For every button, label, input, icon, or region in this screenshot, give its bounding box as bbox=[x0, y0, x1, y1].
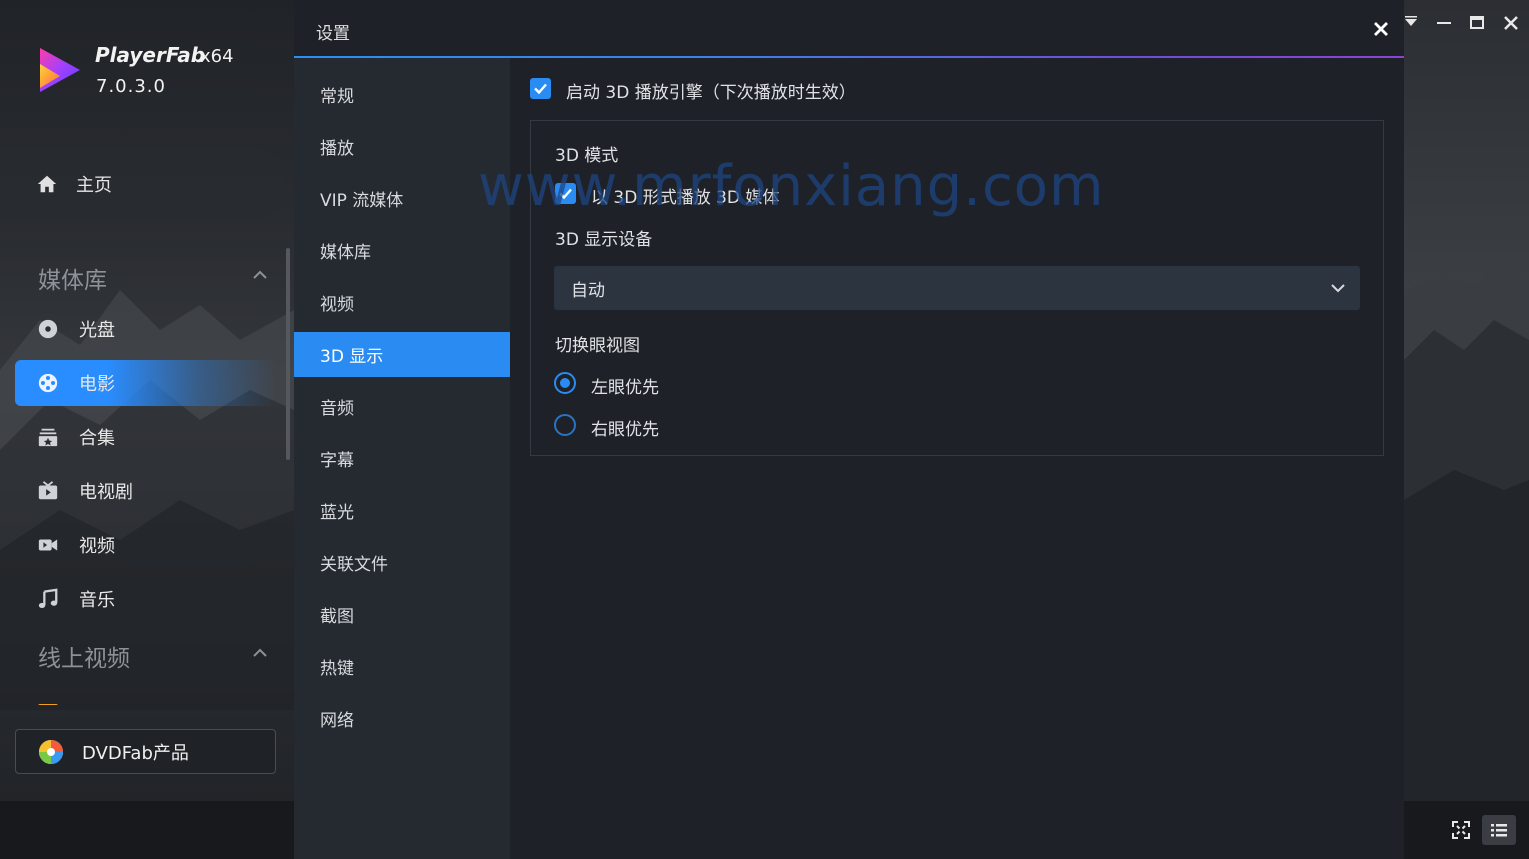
window-close-icon[interactable] bbox=[1500, 12, 1522, 34]
settings-nav-file-association[interactable]: 关联文件 bbox=[294, 540, 510, 585]
app-window: PlayerFab x64 7.0.3.0 主页 媒体库 光盘 电影 合集 电视… bbox=[0, 0, 1529, 859]
settings-nav-playback[interactable]: 播放 bbox=[294, 124, 510, 169]
right-eye-radio[interactable] bbox=[554, 414, 576, 436]
sidebar-item-label: 电影 bbox=[79, 374, 115, 395]
settings-nav: 常规 播放 VIP 流媒体 媒体库 视频 3D 显示 音频 字幕 蓝光 关联文件… bbox=[294, 58, 510, 859]
dvdfab-logo-icon bbox=[39, 739, 63, 764]
sidebar-item-label: 视频 bbox=[79, 536, 115, 557]
sidebar-item-videos[interactable]: 视频 bbox=[15, 522, 277, 568]
settings-content: 启动 3D 播放引擎（下次播放时生效） 3D 模式 以 3D 形式播放 3D 媒… bbox=[510, 58, 1404, 859]
chevron-up-icon[interactable] bbox=[252, 645, 268, 661]
fullscreen-icon bbox=[1452, 821, 1470, 839]
right-background bbox=[1404, 0, 1529, 801]
settings-nav-subtitles[interactable]: 字幕 bbox=[294, 436, 510, 481]
music-note-icon bbox=[38, 588, 58, 608]
3d-device-title: 3D 显示设备 bbox=[555, 230, 653, 250]
chevron-down-icon bbox=[1331, 284, 1345, 293]
play-3d-media-checkbox[interactable] bbox=[555, 183, 576, 204]
dvdfab-products-button[interactable]: DVDFab产品 bbox=[15, 729, 276, 774]
3d-settings-group: 3D 模式 以 3D 形式播放 3D 媒体 3D 显示设备 自动 切换眼视图 左… bbox=[530, 120, 1384, 456]
left-eye-label: 左眼优先 bbox=[591, 378, 659, 398]
eye-view-title: 切换眼视图 bbox=[555, 336, 640, 356]
brand-name: PlayerFab bbox=[95, 43, 206, 67]
sidebar-item-label: 音乐 bbox=[79, 590, 115, 611]
sidebar: PlayerFab x64 7.0.3.0 主页 媒体库 光盘 电影 合集 电视… bbox=[0, 0, 294, 859]
sidebar-scrollbar[interactable] bbox=[286, 248, 290, 460]
maximize-icon[interactable] bbox=[1466, 12, 1488, 34]
chevron-up-icon[interactable] bbox=[252, 267, 268, 283]
checkmark-icon bbox=[559, 188, 572, 200]
dialog-header: 设置 bbox=[294, 0, 1404, 57]
video-camera-icon bbox=[38, 539, 58, 551]
collection-icon bbox=[38, 428, 58, 447]
minimize-icon[interactable] bbox=[1433, 12, 1455, 34]
dvdfab-products-label: DVDFab产品 bbox=[82, 742, 189, 764]
playerfab-logo-icon bbox=[40, 48, 80, 92]
sidebar-item-collections[interactable]: 合集 bbox=[15, 414, 277, 460]
enable-3d-label: 启动 3D 播放引擎（下次播放时生效） bbox=[566, 83, 856, 103]
checkmark-icon bbox=[534, 83, 547, 95]
playlist-button[interactable] bbox=[1482, 815, 1516, 845]
left-eye-radio[interactable] bbox=[554, 372, 576, 394]
sidebar-item-label: 光盘 bbox=[79, 320, 115, 341]
3d-device-value: 自动 bbox=[571, 280, 605, 301]
app-version: 7.0.3.0 bbox=[96, 76, 166, 97]
settings-nav-vip-streaming[interactable]: VIP 流媒体 bbox=[294, 176, 510, 221]
disc-icon bbox=[38, 319, 58, 339]
home-icon bbox=[37, 175, 57, 193]
settings-nav-library[interactable]: 媒体库 bbox=[294, 228, 510, 273]
film-reel-icon bbox=[38, 373, 58, 393]
brand-arch: x64 bbox=[200, 46, 234, 67]
mountain-background bbox=[1404, 265, 1529, 801]
settings-nav-3d-display[interactable]: 3D 显示 bbox=[294, 332, 510, 377]
home-label: 主页 bbox=[76, 175, 112, 196]
settings-nav-hotkeys[interactable]: 热键 bbox=[294, 644, 510, 689]
tv-icon bbox=[38, 481, 58, 500]
close-icon[interactable] bbox=[1370, 18, 1392, 40]
dialog-title: 设置 bbox=[316, 24, 350, 44]
list-icon bbox=[1491, 824, 1507, 837]
enable-3d-checkbox[interactable] bbox=[530, 78, 551, 99]
settings-nav-bluray[interactable]: 蓝光 bbox=[294, 488, 510, 533]
sidebar-footer bbox=[0, 801, 294, 859]
settings-nav-video[interactable]: 视频 bbox=[294, 280, 510, 325]
fullscreen-button[interactable] bbox=[1444, 815, 1478, 845]
settings-nav-audio[interactable]: 音频 bbox=[294, 384, 510, 429]
home-button[interactable]: 主页 bbox=[0, 148, 286, 220]
sidebar-item-partial bbox=[38, 697, 188, 705]
sidebar-item-music[interactable]: 音乐 bbox=[15, 576, 277, 622]
online-video-section-title: 线上视频 bbox=[38, 646, 130, 672]
sidebar-item-movies[interactable]: 电影 bbox=[15, 360, 277, 406]
sidebar-item-label: 电视剧 bbox=[79, 482, 133, 503]
sidebar-item-label: 合集 bbox=[79, 428, 115, 449]
settings-nav-network[interactable]: 网络 bbox=[294, 696, 510, 741]
3d-device-select[interactable]: 自动 bbox=[554, 266, 1360, 310]
3d-mode-title: 3D 模式 bbox=[555, 146, 619, 166]
sidebar-item-tv-series[interactable]: 电视剧 bbox=[15, 468, 277, 514]
settings-nav-general[interactable]: 常规 bbox=[294, 72, 510, 117]
right-eye-label: 右眼优先 bbox=[591, 420, 659, 440]
play-3d-media-label: 以 3D 形式播放 3D 媒体 bbox=[591, 188, 780, 208]
media-library-section-title: 媒体库 bbox=[38, 268, 107, 294]
settings-nav-screenshot[interactable]: 截图 bbox=[294, 592, 510, 637]
sidebar-item-disc[interactable]: 光盘 bbox=[15, 306, 277, 352]
settings-dialog: 设置 常规 播放 VIP 流媒体 媒体库 视频 3D 显示 音频 字幕 蓝光 关… bbox=[294, 0, 1404, 859]
clipped-item-icon bbox=[38, 704, 58, 705]
